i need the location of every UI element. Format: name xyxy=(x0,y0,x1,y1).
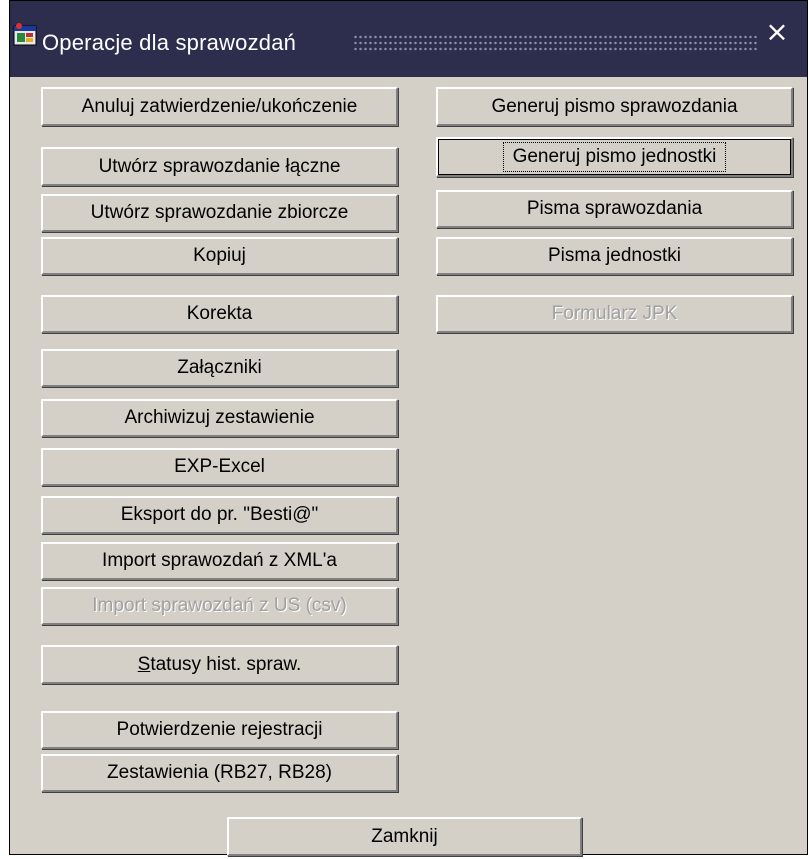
create-aggregate-report-label: Utwórz sprawozdanie zbiorcze xyxy=(90,202,349,223)
correction-button[interactable]: Korekta xyxy=(41,295,398,333)
import-us-csv-label: Import sprawozdań z US (csv) xyxy=(92,595,347,616)
create-aggregate-report-button[interactable]: Utwórz sprawozdanie zbiorcze xyxy=(41,194,398,232)
status-history-mnemonic: S xyxy=(137,653,151,675)
generate-unit-letter-label: Generuj pismo jednostki xyxy=(502,142,727,172)
export-bestia-button[interactable]: Eksport do pr. "Besti@" xyxy=(41,496,398,534)
archive-statement-label: Archiwizuj zestawienie xyxy=(124,407,315,428)
registration-confirmation-label: Potwierdzenie rejestracji xyxy=(116,719,323,740)
jpk-form-label: Formularz JPK xyxy=(551,303,678,324)
close-label: Zamknij xyxy=(371,825,438,847)
statements-rb27-rb28-button[interactable]: Zestawienia (RB27, RB28) xyxy=(41,754,398,792)
generate-unit-letter-button[interactable]: Generuj pismo jednostki xyxy=(436,137,793,177)
title-bar[interactable]: Operacje dla sprawozdań × xyxy=(10,1,807,77)
import-xml-button[interactable]: Import sprawozdań z XML'a xyxy=(41,542,398,580)
copy-label: Kopiuj xyxy=(193,245,246,266)
exp-excel-button[interactable]: EXP-Excel xyxy=(41,448,398,486)
generate-report-letter-label: Generuj pismo sprawozdania xyxy=(491,95,738,117)
create-combined-report-button[interactable]: Utwórz sprawozdanie łączne xyxy=(41,147,398,186)
statements-rb27-rb28-label: Zestawienia (RB27, RB28) xyxy=(107,762,332,783)
registration-confirmation-button[interactable]: Potwierdzenie rejestracji xyxy=(41,711,398,749)
import-us-csv-button[interactable]: Import sprawozdań z US (csv) xyxy=(41,587,398,625)
create-combined-report-label: Utwórz sprawozdanie łączne xyxy=(98,155,341,177)
cancel-approval-label: Anuluj zatwierdzenie/ukończenie xyxy=(81,95,358,117)
unit-letters-label: Pisma jednostki xyxy=(547,245,682,266)
exp-excel-label: EXP-Excel xyxy=(174,456,265,477)
export-bestia-label: Eksport do pr. "Besti@" xyxy=(120,504,319,525)
unit-letters-button[interactable]: Pisma jednostki xyxy=(436,237,793,275)
status-history-button[interactable]: Statusy hist. spraw. xyxy=(41,645,398,684)
report-letters-label: Pisma sprawozdania xyxy=(526,198,703,219)
app-window-icon xyxy=(13,23,37,46)
attachments-button[interactable]: Załączniki xyxy=(41,349,398,387)
attachments-label: Załączniki xyxy=(177,357,262,378)
status-history-label: Statusy hist. spraw. xyxy=(138,654,302,676)
cancel-approval-button[interactable]: Anuluj zatwierdzenie/ukończenie xyxy=(41,87,398,126)
jpk-form-button[interactable]: Formularz JPK xyxy=(436,295,793,333)
correction-label: Korekta xyxy=(186,303,253,324)
copy-button[interactable]: Kopiuj xyxy=(41,237,398,275)
dialog-body: Anuluj zatwierdzenie/ukończenie Utwórz s… xyxy=(10,77,807,856)
import-xml-label: Import sprawozdań z XML'a xyxy=(102,550,337,571)
close-icon[interactable]: × xyxy=(762,15,792,49)
status-history-label-rest: tatusy hist. spraw. xyxy=(150,653,302,675)
report-letters-button[interactable]: Pisma sprawozdania xyxy=(436,190,793,228)
window-title: Operacje dla sprawozdań xyxy=(42,30,297,55)
close-button[interactable]: Zamknij xyxy=(227,817,582,856)
archive-statement-button[interactable]: Archiwizuj zestawienie xyxy=(41,399,398,437)
title-bar-pattern xyxy=(353,34,757,52)
generate-report-letter-button[interactable]: Generuj pismo sprawozdania xyxy=(436,87,793,126)
operations-dialog: Operacje dla sprawozdań × Anuluj zatwier… xyxy=(9,0,808,856)
